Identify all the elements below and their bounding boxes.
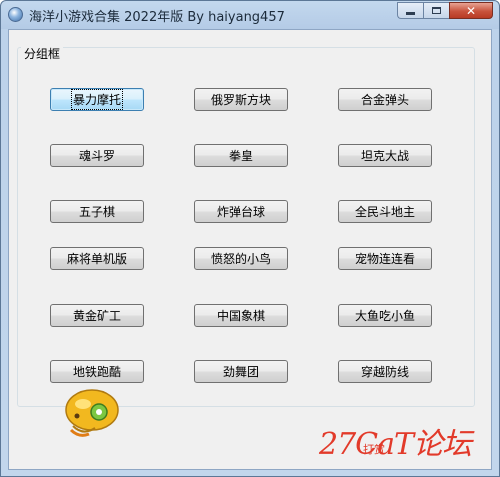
game-button-chinese-chess[interactable]: 中国象棋 bbox=[194, 304, 288, 327]
button-label: 合金弹头 bbox=[360, 93, 409, 107]
title-bar[interactable]: 海洋小游戏合集 2022年版 By haiyang457 ✕ bbox=[1, 1, 499, 27]
button-label: 坦克大战 bbox=[360, 149, 409, 163]
game-button-contra[interactable]: 魂斗罗 bbox=[50, 144, 144, 167]
maximize-button[interactable] bbox=[423, 2, 449, 19]
button-label: 宠物连连看 bbox=[354, 252, 415, 266]
group-box-label: 分组框 bbox=[21, 45, 64, 62]
minimize-icon bbox=[406, 12, 415, 15]
button-label: 大鱼吃小鱼 bbox=[354, 309, 415, 323]
game-button-audition[interactable]: 劲舞团 bbox=[194, 360, 288, 383]
button-label: 愤怒的小鸟 bbox=[210, 252, 271, 266]
button-label: 劲舞团 bbox=[222, 365, 259, 379]
caption-buttons: ✕ bbox=[397, 2, 493, 20]
game-button-big-fish[interactable]: 大鱼吃小鱼 bbox=[338, 304, 432, 327]
maximize-icon bbox=[432, 7, 441, 14]
button-label: 穿越防线 bbox=[360, 365, 409, 379]
watermark-sub-text: 打赏 bbox=[363, 443, 385, 456]
button-label: 炸弹台球 bbox=[216, 205, 265, 219]
window-title: 海洋小游戏合集 2022年版 By haiyang457 bbox=[29, 10, 285, 25]
close-button[interactable]: ✕ bbox=[449, 2, 493, 19]
game-button-tank-battle[interactable]: 坦克大战 bbox=[338, 144, 432, 167]
button-label: 黄金矿工 bbox=[72, 309, 121, 323]
game-button-gold-miner[interactable]: 黄金矿工 bbox=[50, 304, 144, 327]
game-button-bomb-billiards[interactable]: 炸弹台球 bbox=[194, 200, 288, 223]
button-label: 麻将单机版 bbox=[66, 252, 127, 266]
game-button-moto[interactable]: 暴力摩托 bbox=[50, 88, 144, 111]
minimize-button[interactable] bbox=[397, 2, 423, 19]
app-window: 海洋小游戏合集 2022年版 By haiyang457 ✕ 分组框 暴力摩托 … bbox=[0, 0, 500, 477]
app-icon bbox=[8, 7, 23, 22]
mascot-icon bbox=[65, 389, 119, 437]
button-label: 五子棋 bbox=[78, 205, 115, 219]
button-label: 中国象棋 bbox=[216, 309, 265, 323]
game-button-gomoku[interactable]: 五子棋 bbox=[50, 200, 144, 223]
game-button-angry-birds[interactable]: 愤怒的小鸟 bbox=[194, 247, 288, 270]
close-icon: ✕ bbox=[465, 3, 477, 18]
game-button-landlord[interactable]: 全民斗地主 bbox=[338, 200, 432, 223]
button-label: 俄罗斯方块 bbox=[210, 93, 271, 107]
watermark-logo: 27CaT论坛 bbox=[319, 427, 472, 462]
game-button-metal-slug[interactable]: 合金弹头 bbox=[338, 88, 432, 111]
game-button-kof[interactable]: 拳皇 bbox=[194, 144, 288, 167]
game-button-subway-surf[interactable]: 地铁跑酷 bbox=[50, 360, 144, 383]
game-button-pet-link[interactable]: 宠物连连看 bbox=[338, 247, 432, 270]
button-label: 拳皇 bbox=[228, 149, 253, 163]
button-label: 暴力摩托 bbox=[70, 89, 124, 110]
button-label: 魂斗罗 bbox=[78, 149, 115, 163]
button-label: 全民斗地主 bbox=[354, 205, 415, 219]
game-button-crossfire[interactable]: 穿越防线 bbox=[338, 360, 432, 383]
game-button-mahjong[interactable]: 麻将单机版 bbox=[50, 247, 144, 270]
button-label: 地铁跑酷 bbox=[72, 365, 121, 379]
game-button-tetris[interactable]: 俄罗斯方块 bbox=[194, 88, 288, 111]
